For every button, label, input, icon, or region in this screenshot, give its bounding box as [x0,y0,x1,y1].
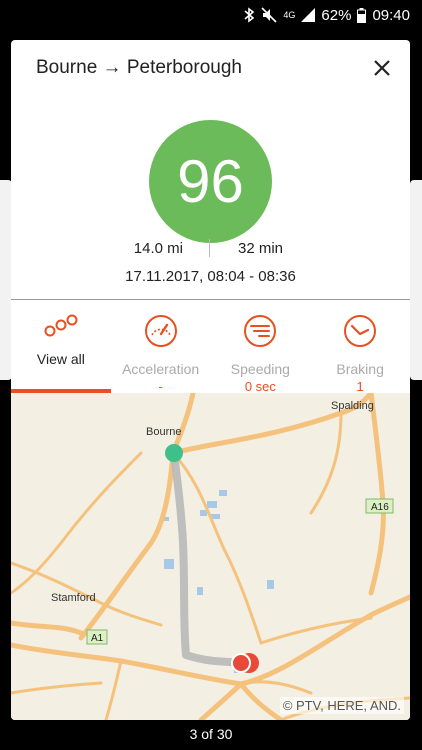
close-icon[interactable] [372,58,392,78]
road-badge-a1: A1 [86,629,108,645]
map-copyright: © PTV, HERE, AND. [279,697,404,714]
battery-percent: 62% [321,6,352,24]
trip-card: Bourne → Peterborough 96 14.0 mi 32 min … [11,40,410,720]
tab-view-all[interactable]: View all [11,300,111,393]
battery-icon [357,7,367,23]
road-label-a16: A16 [371,502,389,513]
card-header: Bourne → Peterborough [36,56,392,80]
clock: 09:40 [372,6,410,24]
signal-icon [301,8,316,22]
map-label-bourne: Bourne [146,426,181,438]
end-marker[interactable] [231,653,251,673]
map-label-spalding: Spalding [331,400,374,412]
tab-label: Braking [336,361,384,377]
start-marker[interactable] [165,444,183,462]
tab-speeding[interactable]: Speeding 0 sec [211,300,311,394]
event-tabs: View all Acceleration - Speeding 0 sec B… [11,300,410,394]
dots-icon [43,314,79,343]
tab-label: Acceleration [122,361,200,377]
trip-stats: 14.0 mi 32 min [11,236,410,260]
tab-acceleration[interactable]: Acceleration - [111,300,211,394]
score-value: 96 [177,148,244,215]
next-card-peek[interactable] [410,180,422,380]
tab-label: View all [36,351,85,367]
trip-score: 96 [149,120,272,243]
braking-icon [343,314,377,353]
page-indicator: 3 of 30 [189,726,233,742]
tab-braking[interactable]: Braking 1 [310,300,410,394]
trip-distance: 14.0 mi [133,239,183,257]
speeding-icon [243,314,277,353]
trip-duration: 32 min [238,239,284,257]
trip-map[interactable]: Bourne Spalding Stamford A16 A1 © PTV, H… [11,393,410,720]
tab-value: 1 [356,379,364,394]
road-badge-a16: A16 [365,498,394,514]
road-label-a1: A1 [91,633,104,644]
mute-icon [261,7,277,23]
map-label-stamford: Stamford [51,592,96,604]
tab-value: 0 sec [244,379,276,394]
bluetooth-icon [243,7,255,23]
tab-label: Speeding [230,361,290,377]
tab-value: - [158,379,163,394]
status-bar: 4G 62% 09:40 [0,0,422,30]
trip-title: Bourne → Peterborough [36,57,242,78]
network-type: 4G [283,10,296,20]
trip-datetime: 17.11.2017, 08:04 - 08:36 [125,268,296,285]
speedometer-icon [144,314,178,353]
